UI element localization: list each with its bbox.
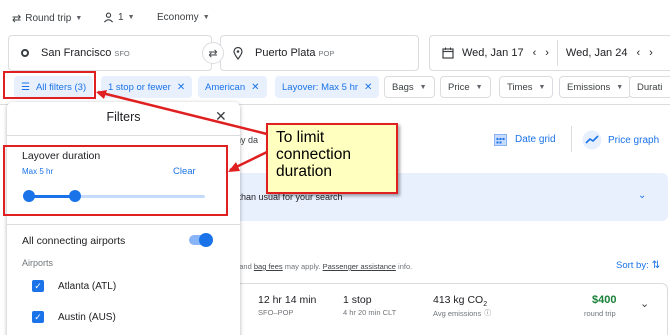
arrowhead <box>96 90 107 99</box>
annotation-callout: To limit connection duration <box>266 123 398 194</box>
arrow-to-all-filters <box>97 90 268 136</box>
arrowhead <box>228 162 240 172</box>
